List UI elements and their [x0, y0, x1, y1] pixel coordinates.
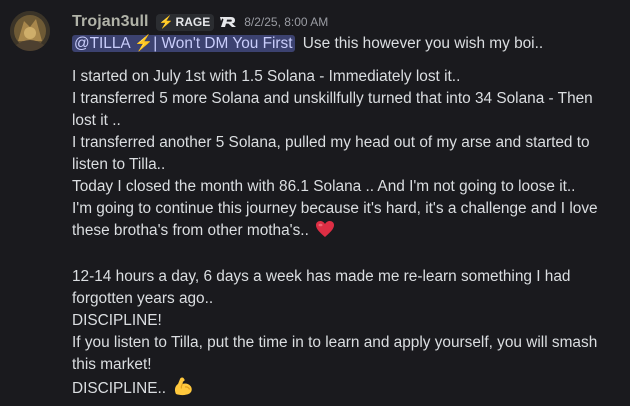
message-line: I transferred 5 more Solana and unskillf…: [72, 90, 593, 107]
role-mention[interactable]: @TILLA ⚡| Won't DM You First: [72, 35, 295, 52]
lightning-bolt-icon: ⚡: [158, 15, 174, 29]
message-line: forgotten years ago..: [72, 290, 214, 307]
server-tag-label: RAGE: [175, 15, 211, 29]
message-line-text: these brotha's from other motha's..: [72, 222, 309, 239]
user-avatar[interactable]: [10, 11, 50, 51]
message-header: Trojan3ull ⚡ RAGE 8/2/25, 8:00 AM: [72, 11, 328, 33]
message-line: this market!: [72, 356, 152, 373]
message-line-with-heart: these brotha's from other motha's..: [72, 220, 335, 245]
first-line: @TILLA ⚡| Won't DM You First Use this ho…: [72, 33, 543, 55]
message-line: I'm going to continue this journey becau…: [72, 200, 598, 217]
message-line-text: DISCIPLINE..: [72, 380, 167, 397]
message-line: lost it ..: [72, 112, 121, 129]
message-line: DISCIPLINE!: [72, 312, 162, 329]
chat-message: Trojan3ull ⚡ RAGE 8/2/25, 8:00 AM @TILLA…: [0, 0, 630, 406]
message-line: I transferred another 5 Solana, pulled m…: [72, 134, 590, 151]
message-line: listen to Tilla..: [72, 156, 166, 173]
red-heart-emoji-icon: [315, 220, 335, 245]
message-line-with-muscle: DISCIPLINE..: [72, 376, 194, 403]
avatar-image-icon: [10, 11, 50, 51]
first-line-text: Use this however you wish my boi..: [302, 35, 544, 52]
flexed-biceps-emoji-icon: [172, 376, 194, 403]
author-username[interactable]: Trojan3ull: [72, 13, 149, 31]
message-line: 12-14 hours a day, 6 days a week has mad…: [72, 268, 571, 285]
r-logo-badge-icon[interactable]: [220, 16, 238, 28]
message-line: If you listen to Tilla, put the time in …: [72, 334, 598, 351]
message-line: I started on July 1st with 1.5 Solana - …: [72, 68, 461, 85]
server-tag[interactable]: ⚡ RAGE: [155, 13, 215, 31]
message-timestamp: 8/2/25, 8:00 AM: [244, 15, 329, 29]
message-line: Today I closed the month with 86.1 Solan…: [72, 178, 576, 195]
